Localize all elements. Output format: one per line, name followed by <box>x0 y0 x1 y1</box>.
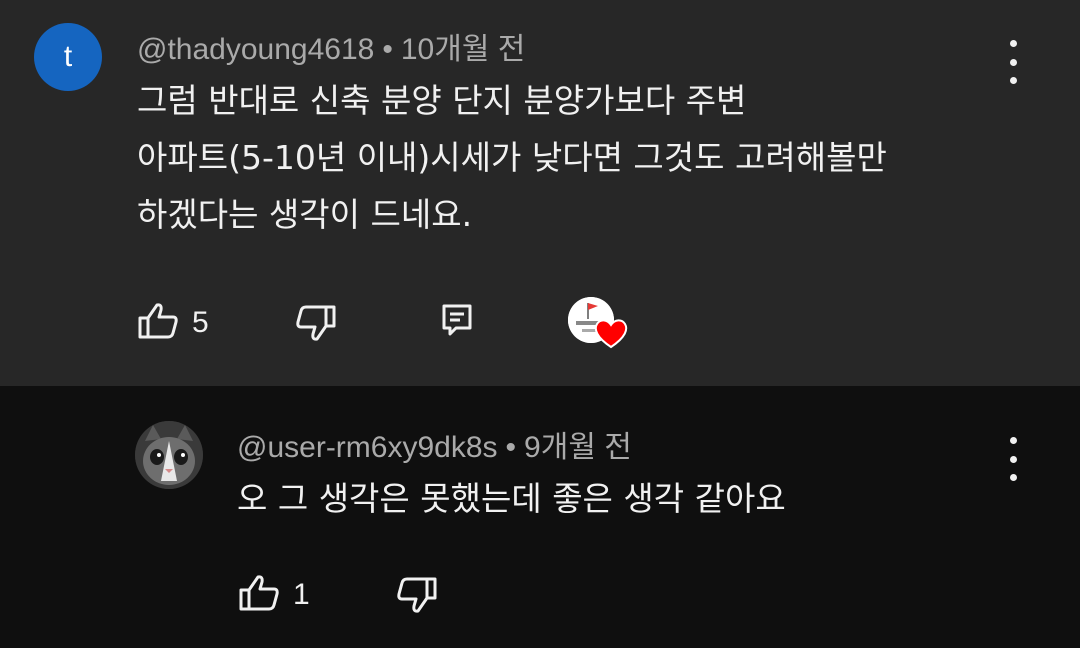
comment-line: 그럼 반대로 신축 분양 단지 분양가보다 주변 <box>137 81 747 120</box>
reply-time[interactable]: 9개월 전 <box>524 431 632 464</box>
more-vertical-icon[interactable] <box>1007 40 1019 84</box>
author-avatar[interactable]: t <box>34 23 102 91</box>
reply-author-name[interactable]: @user-rm6xy9dk8s <box>237 431 498 464</box>
thumbs-down-icon[interactable] <box>295 304 337 342</box>
comment-line: 하겠다는 생각이 드네요. <box>137 195 473 234</box>
comment-body: 그럼 반대로 신축 분양 단지 분양가보다 주변 아파트(5-10년 이내)시세… <box>137 72 887 243</box>
reply-meta: @user-rm6xy9dk8s • 9개월 전 <box>237 422 632 466</box>
comment-line: 아파트(5-10년 이내)시세가 낮다면 그것도 고려해볼만 <box>137 138 887 177</box>
reply-comment-icon[interactable] <box>442 304 472 336</box>
comment-meta: @thadyoung4618 • 10개월 전 <box>137 24 525 68</box>
like-count: 5 <box>192 306 209 339</box>
comment-thread: t @thadyoung4618 • 10개월 전 그럼 반대로 신축 분양 단지 … <box>0 0 1080 386</box>
creator-heart-icon <box>568 297 630 351</box>
thumbs-up-icon[interactable] <box>238 574 280 612</box>
thumbs-up-icon[interactable] <box>137 302 179 340</box>
reply-like-count: 1 <box>293 578 310 611</box>
avatar-letter: t <box>63 40 73 73</box>
cat-avatar[interactable] <box>135 421 203 489</box>
meta-separator: • <box>505 431 517 464</box>
meta-separator: • <box>382 33 393 66</box>
more-vertical-icon[interactable] <box>1007 437 1019 481</box>
reply-body: 오 그 생각은 못했는데 좋은 생각 같아요 <box>237 479 786 518</box>
thumbs-down-icon[interactable] <box>396 576 438 614</box>
comment-time[interactable]: 10개월 전 <box>401 33 526 66</box>
author-name[interactable]: @thadyoung4618 <box>137 33 374 66</box>
